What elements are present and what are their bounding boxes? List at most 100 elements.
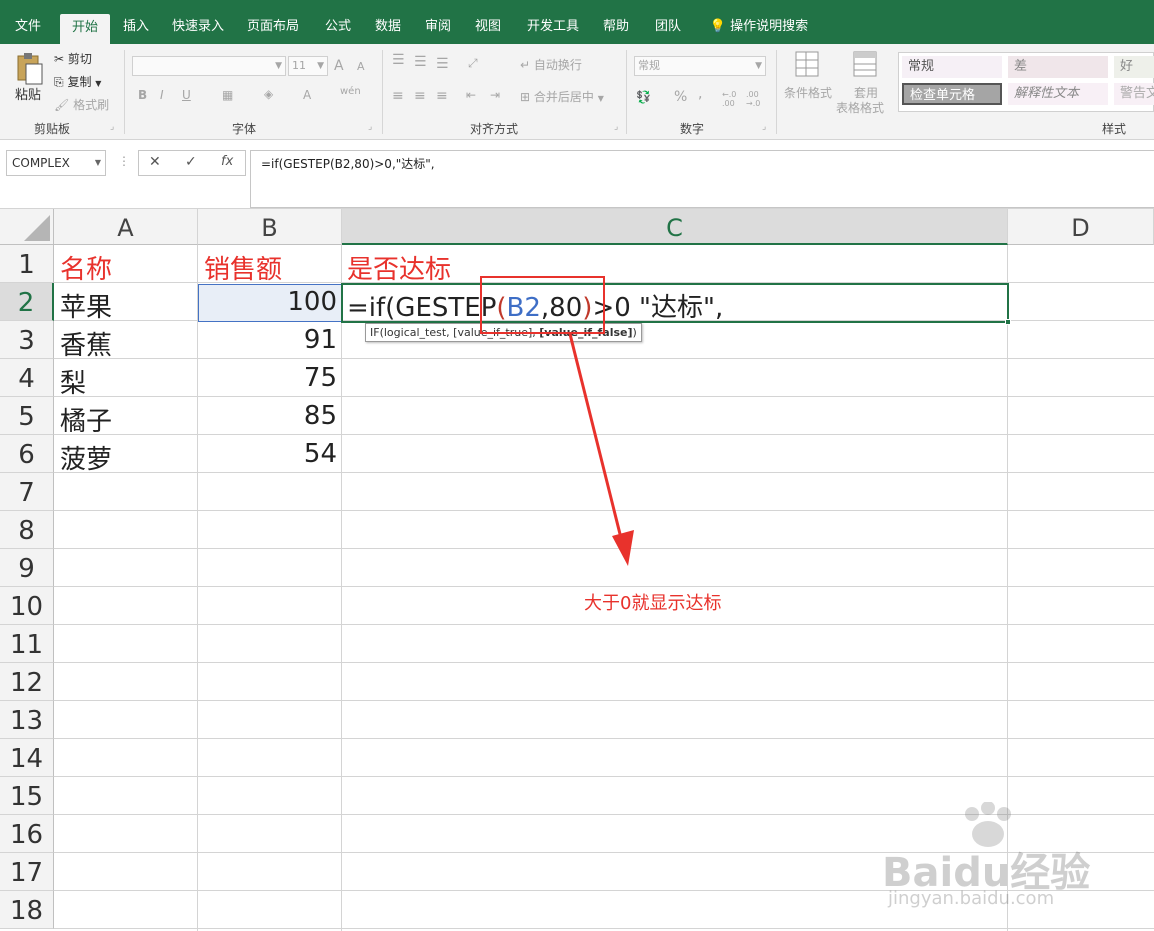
decrease-indent-icon[interactable]: ⇤ (466, 88, 476, 102)
row-header-6[interactable]: 6 (0, 435, 54, 473)
cell-b5[interactable]: 85 (198, 401, 337, 431)
tab-home[interactable]: 开始 (60, 14, 110, 44)
column-header-a[interactable]: A (54, 209, 198, 245)
cell-b4[interactable]: 75 (198, 363, 337, 393)
number-format-combo[interactable]: 常规 ▼ (634, 56, 766, 76)
row-header-2[interactable]: 2 (0, 283, 54, 321)
tab-developer[interactable]: 开发工具 (520, 10, 586, 44)
merge-center-button[interactable]: ⊞ 合并后居中 ▼ (520, 88, 604, 105)
style-good[interactable]: 好 (1114, 56, 1154, 78)
formula-input[interactable]: =if(GESTEP(B2,80)>0,"达标", (250, 150, 1154, 208)
cell-a4[interactable]: 梨 (60, 363, 86, 400)
align-middle-icon[interactable]: ☰ (414, 54, 427, 70)
tab-review[interactable]: 审阅 (416, 10, 460, 44)
row-header-5[interactable]: 5 (0, 397, 54, 435)
comma-button[interactable]: , (698, 86, 702, 102)
phonetic-guide-button[interactable]: wén (340, 86, 361, 97)
tab-team[interactable]: 团队 (646, 10, 690, 44)
row-header-10[interactable]: 10 (0, 587, 54, 625)
row-header-11[interactable]: 11 (0, 625, 54, 663)
conditional-format-button[interactable]: 条件格式 (784, 84, 832, 101)
font-size-combo[interactable]: 11 ▼ (288, 56, 328, 76)
row-header-17[interactable]: 17 (0, 853, 54, 891)
column-header-b[interactable]: B (198, 209, 342, 245)
tab-page-layout[interactable]: 页面布局 (240, 10, 306, 44)
row-header-16[interactable]: 16 (0, 815, 54, 853)
column-header-c[interactable]: C (342, 209, 1008, 245)
check-icon[interactable]: ✓ (185, 154, 197, 170)
row-header-18[interactable]: 18 (0, 891, 54, 929)
cell-a1[interactable]: 名称 (60, 249, 112, 286)
align-center-icon[interactable]: ≡ (414, 88, 426, 104)
tab-tell-me[interactable]: 💡 操作说明搜索 (704, 10, 814, 44)
style-normal[interactable]: 常规 (902, 56, 1002, 78)
percent-button[interactable]: % (674, 89, 687, 105)
grow-font-button[interactable]: A (334, 58, 344, 74)
row-header-12[interactable]: 12 (0, 663, 54, 701)
row-header-15[interactable]: 15 (0, 777, 54, 815)
table-format-label-2[interactable]: 表格格式 (836, 99, 884, 116)
dialog-launcher-icon[interactable]: ⌟ (762, 122, 766, 132)
align-right-icon[interactable]: ≡ (436, 88, 448, 104)
dialog-launcher-icon[interactable]: ⌟ (614, 122, 618, 132)
cancel-icon[interactable]: ✕ (149, 154, 161, 170)
select-all-button[interactable] (0, 209, 54, 245)
orientation-icon[interactable]: ⤢ (468, 56, 478, 71)
underline-button[interactable]: U (182, 88, 191, 102)
splitter-icon[interactable]: ⋮ (118, 154, 130, 168)
cell-b2[interactable]: 100 (198, 287, 337, 317)
row-header-14[interactable]: 14 (0, 739, 54, 777)
accounting-format-icon[interactable]: 💱 (636, 90, 651, 104)
paste-button[interactable]: 粘贴 (15, 84, 41, 103)
cell-a3[interactable]: 香蕉 (60, 325, 112, 362)
tab-quick-entry[interactable]: 快速录入 (166, 10, 230, 44)
style-explanatory[interactable]: 解释性文本 (1008, 83, 1108, 105)
fx-icon[interactable]: fx (221, 154, 233, 169)
copy-button[interactable]: ⎘ 复制 ▼ (54, 73, 101, 90)
tab-formulas[interactable]: 公式 (316, 10, 360, 44)
row-header-4[interactable]: 4 (0, 359, 54, 397)
cell-b6[interactable]: 54 (198, 439, 337, 469)
tab-view[interactable]: 视图 (466, 10, 510, 44)
shrink-font-button[interactable]: A (357, 60, 365, 73)
wrap-text-button[interactable]: ↵ 自动换行 (520, 56, 582, 73)
tab-insert[interactable]: 插入 (114, 10, 158, 44)
align-bottom-icon[interactable]: ☰ (436, 56, 449, 72)
tab-file[interactable]: 文件 (4, 10, 52, 44)
align-top-icon[interactable]: ☰ (392, 52, 405, 68)
font-color-button[interactable]: A (303, 88, 311, 102)
tab-data[interactable]: 数据 (366, 10, 410, 44)
cell-a2[interactable]: 苹果 (60, 287, 112, 324)
bold-button[interactable]: B (138, 88, 147, 102)
row-header-8[interactable]: 8 (0, 511, 54, 549)
cell-b3[interactable]: 91 (198, 325, 337, 355)
fill-handle[interactable] (1005, 319, 1011, 325)
tab-help[interactable]: 帮助 (594, 10, 638, 44)
cut-button[interactable]: ✂ 剪切 (54, 50, 92, 67)
conditional-format-icon[interactable] (794, 50, 822, 80)
cell-b1[interactable]: 销售额 (204, 249, 282, 286)
align-left-icon[interactable]: ≡ (392, 88, 404, 104)
borders-icon[interactable]: ▦ (222, 88, 233, 102)
italic-button[interactable]: I (160, 88, 164, 102)
row-header-13[interactable]: 13 (0, 701, 54, 739)
row-header-7[interactable]: 7 (0, 473, 54, 511)
style-check-cell[interactable]: 检查单元格 (902, 83, 1002, 105)
column-header-d[interactable]: D (1008, 209, 1154, 245)
fill-color-icon[interactable]: ◈ (264, 87, 273, 101)
dialog-launcher-icon[interactable]: ⌟ (368, 122, 372, 132)
increase-decimal-button[interactable]: ←.0 .00 (722, 90, 744, 108)
cell-c1[interactable]: 是否达标 (347, 249, 451, 286)
increase-indent-icon[interactable]: ⇥ (490, 88, 500, 102)
format-painter-button[interactable]: 🖌 格式刷 (54, 96, 109, 113)
cell-a5[interactable]: 橘子 (60, 401, 112, 438)
font-name-combo[interactable]: ▼ (132, 56, 286, 76)
style-bad[interactable]: 差 (1008, 56, 1108, 78)
style-warning[interactable]: 警告文 (1114, 83, 1154, 105)
row-header-3[interactable]: 3 (0, 321, 54, 359)
decrease-decimal-button[interactable]: .00 →.0 (746, 90, 768, 108)
cell-a6[interactable]: 菠萝 (60, 439, 112, 476)
name-box[interactable]: COMPLEX ▼ (6, 150, 106, 176)
paste-icon[interactable] (14, 52, 44, 86)
table-format-icon[interactable] (852, 50, 880, 80)
